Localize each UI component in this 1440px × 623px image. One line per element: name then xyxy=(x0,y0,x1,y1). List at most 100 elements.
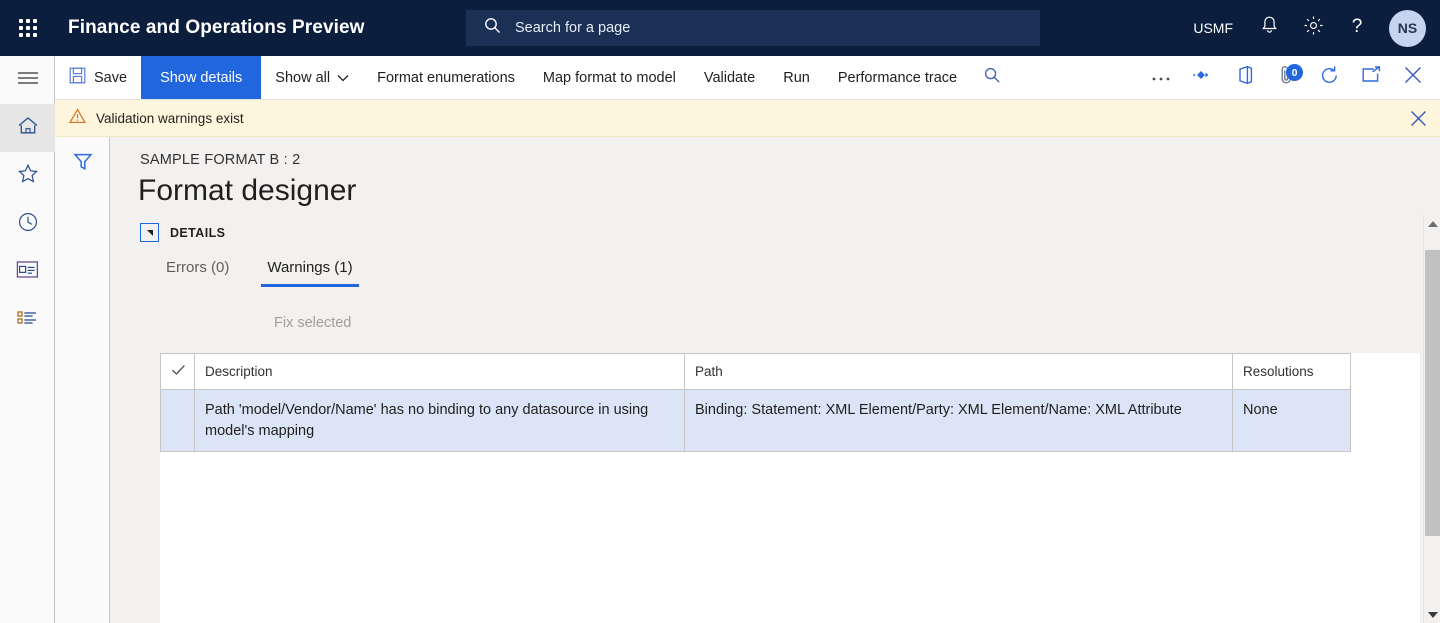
save-label: Save xyxy=(94,69,128,86)
sidebar-item-workspaces[interactable] xyxy=(0,248,55,296)
save-disk-icon xyxy=(69,67,86,88)
open-in-new-window-icon xyxy=(1361,66,1381,89)
tab-warnings[interactable]: Warnings (1) xyxy=(261,255,359,287)
avatar[interactable]: NS xyxy=(1389,9,1426,47)
clock-icon xyxy=(17,211,39,238)
scrollbar-thumb[interactable] xyxy=(1425,250,1440,536)
map-format-to-model-label: Map format to model xyxy=(542,69,676,86)
star-icon xyxy=(17,163,39,189)
run-button[interactable]: Run xyxy=(769,56,824,99)
fix-selected-button[interactable]: Fix selected xyxy=(274,315,351,331)
details-tablist: Errors (0) Warnings (1) xyxy=(160,255,359,287)
notifications-bell-icon xyxy=(1260,15,1279,41)
share-icon xyxy=(1192,68,1214,87)
search-input[interactable] xyxy=(513,19,953,37)
tab-errors[interactable]: Errors (0) xyxy=(160,255,235,287)
help-question-icon: ? xyxy=(1347,15,1367,42)
sidebar-item-hamburger-menu[interactable] xyxy=(0,56,55,104)
open-in-new-window-button[interactable] xyxy=(1350,56,1392,99)
show-all-dropdown[interactable]: Show all xyxy=(261,56,363,99)
validation-message-text: Validation warnings exist xyxy=(96,110,244,126)
validation-message-bar: Validation warnings exist xyxy=(55,100,1440,137)
sidebar-item-recent[interactable] xyxy=(0,200,55,248)
run-label: Run xyxy=(783,69,810,86)
office-app-button[interactable] xyxy=(1224,56,1266,99)
column-header-description[interactable]: Description xyxy=(194,353,685,390)
select-all-header[interactable] xyxy=(160,353,195,390)
application-window: Finance and Operations Preview USMF xyxy=(0,0,1440,623)
filter-pane xyxy=(55,137,110,623)
details-section-label: DETAILS xyxy=(170,225,226,240)
scroll-down-arrow-icon xyxy=(1427,611,1438,618)
column-header-path[interactable]: Path xyxy=(684,353,1233,390)
validate-label: Validate xyxy=(703,69,756,86)
company-selector[interactable]: USMF xyxy=(1179,20,1247,36)
top-navigation-bar: Finance and Operations Preview USMF xyxy=(0,0,1440,56)
hamburger-icon xyxy=(17,70,39,91)
column-header-resolutions[interactable]: Resolutions xyxy=(1232,353,1351,390)
format-enumerations-label: Format enumerations xyxy=(377,69,515,86)
left-navigation-rail xyxy=(0,56,55,623)
home-icon xyxy=(17,115,39,141)
scroll-up-button[interactable] xyxy=(1424,215,1440,232)
app-title: Finance and Operations Preview xyxy=(68,17,365,38)
workspace-icon xyxy=(16,260,39,284)
warning-triangle-icon xyxy=(68,107,87,129)
settings-button[interactable] xyxy=(1291,0,1335,56)
settings-gear-icon xyxy=(1303,15,1324,41)
vertical-scrollbar[interactable] xyxy=(1423,215,1440,623)
sidebar-item-modules[interactable] xyxy=(0,296,55,344)
scrollbar-track[interactable] xyxy=(1424,232,1440,606)
table-header-row: Description Path Resolutions xyxy=(160,353,1351,390)
performance-trace-label: Performance trace xyxy=(837,69,958,86)
show-details-button[interactable]: Show details xyxy=(141,56,262,99)
close-icon xyxy=(1403,65,1423,90)
command-bar-right-icons: 0 xyxy=(1140,56,1440,99)
warnings-grid: Description Path Resolutions Path 'model… xyxy=(160,353,1351,453)
warnings-grid-container: Description Path Resolutions Path 'model… xyxy=(160,353,1420,623)
chevron-down-icon xyxy=(337,70,349,86)
help-button[interactable]: ? xyxy=(1335,0,1379,56)
performance-trace-button[interactable]: Performance trace xyxy=(824,56,971,99)
show-all-label: Show all xyxy=(275,69,331,86)
details-collapse-toggle[interactable] xyxy=(140,223,159,242)
waffle-grid-icon xyxy=(19,19,37,37)
checkmark-icon xyxy=(171,364,186,379)
attachments-button[interactable]: 0 xyxy=(1266,56,1308,99)
top-right-actions: USMF ? NS xyxy=(1179,0,1440,56)
search-icon xyxy=(984,67,1001,89)
refresh-button[interactable] xyxy=(1308,56,1350,99)
collapse-triangle-icon xyxy=(146,229,153,236)
list-icon xyxy=(16,308,39,332)
show-details-label: Show details xyxy=(160,69,243,86)
scroll-down-button[interactable] xyxy=(1424,606,1440,623)
command-bar: Save Show details Show all Format enumer… xyxy=(55,56,1440,100)
filter-button[interactable] xyxy=(55,137,110,189)
close-form-button[interactable] xyxy=(1392,56,1434,99)
attachments-count-badge: 0 xyxy=(1286,64,1303,81)
validate-button[interactable]: Validate xyxy=(690,56,769,99)
row-select-cell[interactable] xyxy=(160,388,195,453)
command-bar-search-button[interactable] xyxy=(971,56,1013,99)
overflow-more-icon xyxy=(1151,69,1171,87)
app-launcher-button[interactable] xyxy=(0,0,56,56)
global-search-box[interactable] xyxy=(466,10,1040,46)
map-format-to-model-button[interactable]: Map format to model xyxy=(529,56,690,99)
scroll-up-arrow-icon xyxy=(1427,220,1438,227)
refresh-icon xyxy=(1319,65,1340,91)
save-button[interactable]: Save xyxy=(55,56,141,99)
breadcrumb: SAMPLE FORMAT B : 2 xyxy=(140,152,301,168)
sidebar-item-favorites[interactable] xyxy=(0,152,55,200)
format-enumerations-button[interactable]: Format enumerations xyxy=(363,56,529,99)
notifications-button[interactable] xyxy=(1247,0,1291,56)
details-section-header: DETAILS xyxy=(140,223,225,242)
filter-funnel-icon xyxy=(72,150,94,177)
overflow-more-button[interactable] xyxy=(1140,56,1182,99)
share-button[interactable] xyxy=(1182,56,1224,99)
cell-path: Binding: Statement: XML Element/Party: X… xyxy=(684,388,1233,453)
table-row[interactable]: Path 'model/Vendor/Name' has no binding … xyxy=(160,388,1351,453)
main-content-area: SAMPLE FORMAT B : 2 Format designer DETA… xyxy=(110,137,1440,623)
dismiss-message-bar-button[interactable] xyxy=(1409,109,1428,128)
office-app-icon xyxy=(1237,65,1254,90)
sidebar-item-home[interactable] xyxy=(0,104,55,152)
